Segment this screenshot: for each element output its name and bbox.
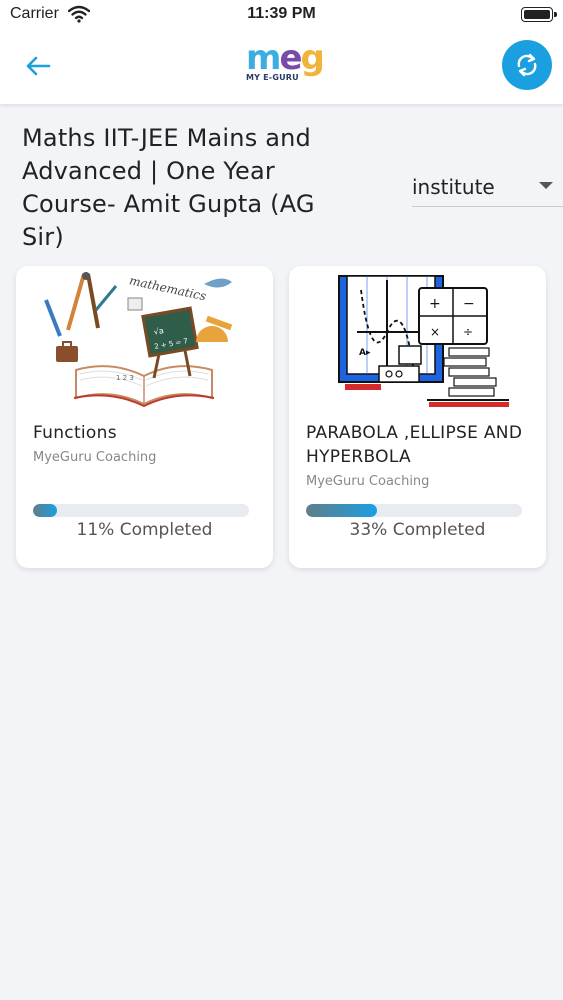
battery-icon	[521, 7, 557, 22]
app-logo: meg MY E-GURU	[246, 38, 325, 82]
arrow-left-icon	[26, 56, 51, 76]
card-title: PARABOLA ,ELLIPSE AND HYPERBOLA	[306, 423, 523, 467]
clock: 11:39 PM	[247, 5, 316, 22]
svg-text:1 2 3: 1 2 3	[116, 374, 134, 382]
card-title: Functions	[33, 423, 117, 443]
progress-fill	[33, 504, 57, 517]
svg-text:√a: √a	[153, 326, 165, 337]
svg-text:+: +	[429, 296, 441, 312]
back-button[interactable]	[18, 48, 58, 84]
progress-label: 11% Completed	[76, 520, 213, 540]
svg-text:−: −	[463, 296, 475, 312]
svg-text:A▸: A▸	[359, 348, 371, 358]
refresh-button[interactable]	[502, 40, 552, 90]
chapter-card-parabola[interactable]: A▸ + − × ÷ PARABOLA ,ELLIPSE AND HYPERBO…	[289, 266, 546, 568]
progress-bar	[33, 504, 249, 517]
card-subtitle: MyeGuru Coaching	[33, 450, 157, 465]
course-title: Maths IIT-JEE Mains and Advanced | One Y…	[22, 124, 315, 251]
svg-text:÷: ÷	[463, 325, 473, 339]
svg-text:×: ×	[430, 325, 440, 339]
progress-fill	[306, 504, 378, 517]
chapter-card-functions[interactable]: √a 2 + 5 = 7 mathematics 1 2 3 Functions…	[16, 266, 273, 568]
caret-down-icon	[539, 182, 553, 189]
progress-bar	[306, 504, 522, 517]
filter-selected-value: institute	[412, 175, 495, 199]
mathematics-illustration: √a 2 + 5 = 7 mathematics 1 2 3	[36, 270, 253, 413]
status-bar: Carrier 11:39 PM	[0, 0, 563, 30]
institute-filter-dropdown[interactable]: institute	[412, 170, 563, 207]
refresh-icon	[517, 53, 537, 77]
graph-calculator-illustration: A▸ + − × ÷	[309, 270, 526, 413]
card-subtitle: MyeGuru Coaching	[306, 474, 430, 489]
app-header: meg MY E-GURU	[0, 30, 563, 104]
progress-label: 33% Completed	[349, 520, 486, 540]
